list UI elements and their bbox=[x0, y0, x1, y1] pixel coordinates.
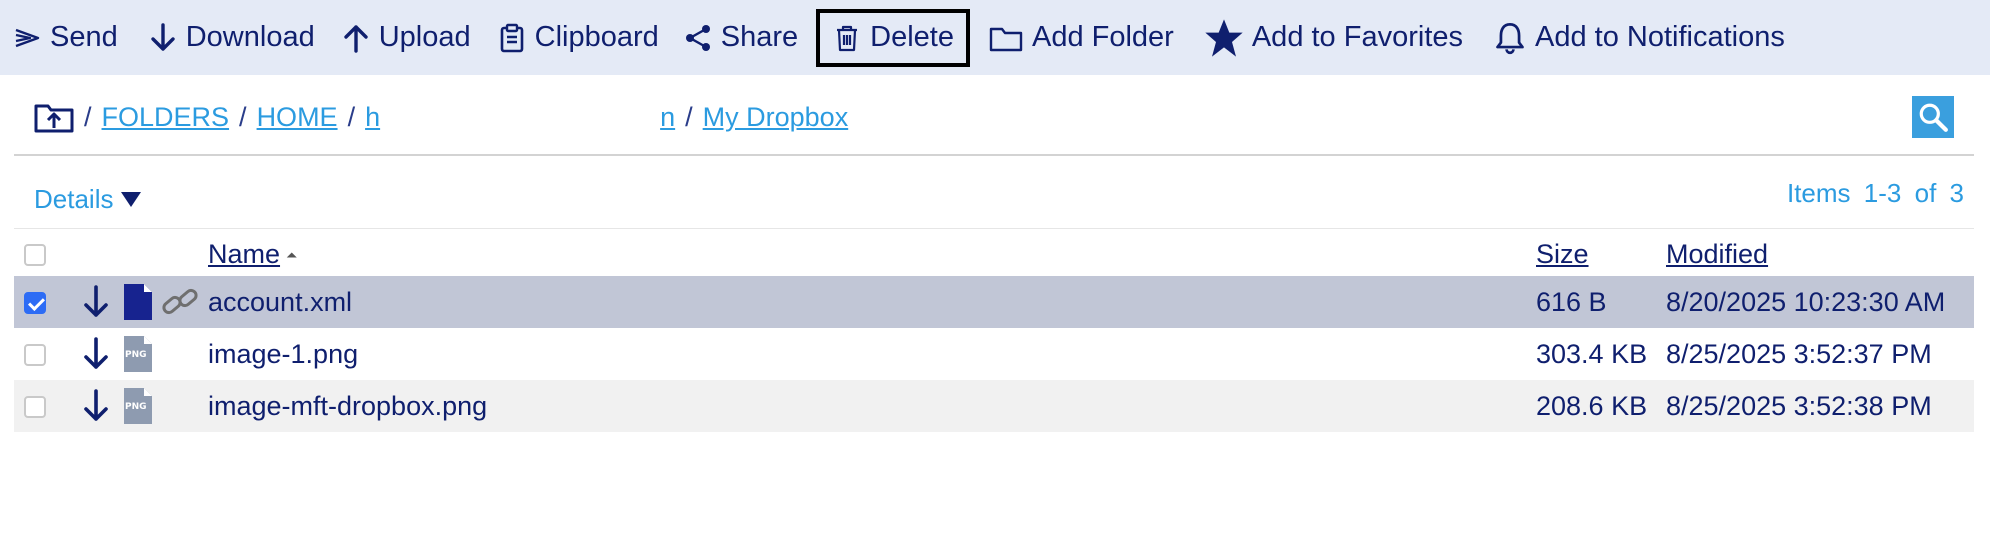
upload-arrow-icon bbox=[344, 24, 368, 53]
row-checkbox[interactable] bbox=[24, 396, 46, 419]
items-total: 3 bbox=[1949, 178, 1964, 208]
send-icon bbox=[15, 28, 40, 47]
download-arrow-icon[interactable] bbox=[82, 337, 110, 371]
breadcrumb-separator: / bbox=[347, 101, 356, 132]
breadcrumb-user-folder[interactable]: h bbox=[365, 102, 380, 133]
add-folder-label: Add Folder bbox=[1031, 21, 1174, 53]
file-size: 303.4 KB bbox=[1536, 338, 1648, 369]
row-checkbox[interactable] bbox=[24, 292, 46, 315]
breadcrumb-separator: / bbox=[84, 101, 92, 132]
file-modified: 8/20/2025 10:23:30 AM bbox=[1666, 286, 1946, 317]
upload-label: Upload bbox=[378, 21, 471, 53]
png-file-icon: PNG bbox=[124, 388, 152, 424]
clipboard-icon bbox=[500, 23, 523, 52]
breadcrumb-home[interactable]: HOME bbox=[257, 102, 338, 133]
view-bar: Details Items 1-3 of 3 bbox=[14, 158, 1974, 229]
add-folder-button[interactable]: Add Folder bbox=[976, 9, 1186, 67]
add-to-notifications-button[interactable]: Add to Notifications bbox=[1481, 9, 1797, 67]
share-label: Share bbox=[720, 21, 799, 53]
png-badge-label: PNG bbox=[125, 350, 147, 360]
modified-column-header[interactable]: Modified bbox=[1666, 239, 1768, 269]
caret-down-icon bbox=[121, 192, 142, 207]
link-icon[interactable] bbox=[160, 284, 200, 320]
name-column-header[interactable]: Name bbox=[208, 239, 280, 269]
breadcrumb-separator: / bbox=[239, 101, 247, 132]
png-file-icon: PNG bbox=[124, 336, 152, 372]
row-checkbox[interactable] bbox=[24, 344, 46, 367]
select-all-checkbox[interactable] bbox=[24, 244, 46, 267]
share-button[interactable]: Share bbox=[671, 9, 810, 67]
table-row[interactable]: account.xml 616 B 8/20/2025 10:23:30 AM bbox=[14, 276, 1974, 328]
details-label: Details bbox=[34, 184, 114, 214]
clipboard-button[interactable]: Clipboard bbox=[485, 9, 671, 67]
items-label: Items bbox=[1786, 178, 1851, 208]
folder-up-icon[interactable] bbox=[34, 101, 74, 133]
send-label: Send bbox=[50, 21, 118, 53]
file-size: 208.6 KB bbox=[1536, 390, 1648, 421]
breadcrumb: / FOLDERS / HOME / h n / My Dropbox bbox=[14, 80, 1974, 156]
file-modified: 8/25/2025 3:52:37 PM bbox=[1666, 338, 1932, 369]
file-name[interactable]: image-1.png bbox=[208, 328, 1536, 380]
size-column-header[interactable]: Size bbox=[1536, 239, 1589, 269]
upload-button[interactable]: Upload bbox=[329, 9, 483, 67]
items-count: Items 1-3 of 3 bbox=[1787, 178, 1964, 209]
download-arrow-icon[interactable] bbox=[82, 389, 110, 423]
sort-ascending-icon: ⏶ bbox=[286, 246, 298, 263]
file-table: Name ⏶ Size Modified account.xml 616 B 8/… bbox=[14, 232, 1974, 432]
png-badge-label: PNG bbox=[125, 402, 147, 412]
bell-icon bbox=[1496, 22, 1524, 54]
breadcrumb-my-dropbox[interactable]: My Dropbox bbox=[703, 102, 849, 133]
details-view-toggle[interactable]: Details bbox=[34, 184, 142, 215]
add-to-notifications-label: Add to Notifications bbox=[1535, 21, 1785, 53]
star-icon bbox=[1205, 18, 1243, 57]
file-name[interactable]: account.xml bbox=[208, 276, 1536, 328]
delete-label: Delete bbox=[870, 21, 954, 53]
breadcrumb-user-folder-end[interactable]: n bbox=[660, 102, 675, 133]
folder-icon bbox=[989, 27, 1023, 51]
breadcrumb-separator: / bbox=[685, 101, 693, 132]
xml-file-icon bbox=[124, 284, 152, 320]
file-name[interactable]: image-mft-dropbox.png bbox=[208, 380, 1536, 432]
share-icon bbox=[685, 24, 710, 51]
items-of: of bbox=[1914, 178, 1937, 208]
table-header-row: Name ⏶ Size Modified bbox=[14, 232, 1974, 276]
search-icon bbox=[1919, 103, 1948, 132]
breadcrumb-folders[interactable]: FOLDERS bbox=[102, 102, 230, 133]
items-range: 1-3 bbox=[1863, 178, 1902, 208]
download-arrow-icon bbox=[151, 22, 175, 51]
file-size: 616 B bbox=[1536, 286, 1607, 317]
download-button[interactable]: Download bbox=[136, 9, 327, 67]
download-arrow-icon[interactable] bbox=[82, 285, 110, 319]
file-modified: 8/25/2025 3:52:38 PM bbox=[1666, 390, 1932, 421]
search-button[interactable] bbox=[1912, 96, 1954, 138]
clipboard-label: Clipboard bbox=[534, 21, 659, 53]
toolbar: Send Download Upload Clipboard Share Del… bbox=[0, 0, 1990, 75]
trash-icon bbox=[837, 25, 858, 51]
add-to-favorites-button[interactable]: Add to Favorites bbox=[1192, 9, 1475, 67]
delete-button[interactable]: Delete bbox=[816, 8, 970, 67]
table-row[interactable]: PNG image-1.png 303.4 KB 8/25/2025 3:52:… bbox=[14, 328, 1974, 380]
table-row[interactable]: PNG image-mft-dropbox.png 208.6 KB 8/25/… bbox=[14, 380, 1974, 432]
download-label: Download bbox=[185, 21, 315, 53]
add-to-favorites-label: Add to Favorites bbox=[1251, 21, 1463, 53]
send-button[interactable]: Send bbox=[0, 9, 130, 67]
